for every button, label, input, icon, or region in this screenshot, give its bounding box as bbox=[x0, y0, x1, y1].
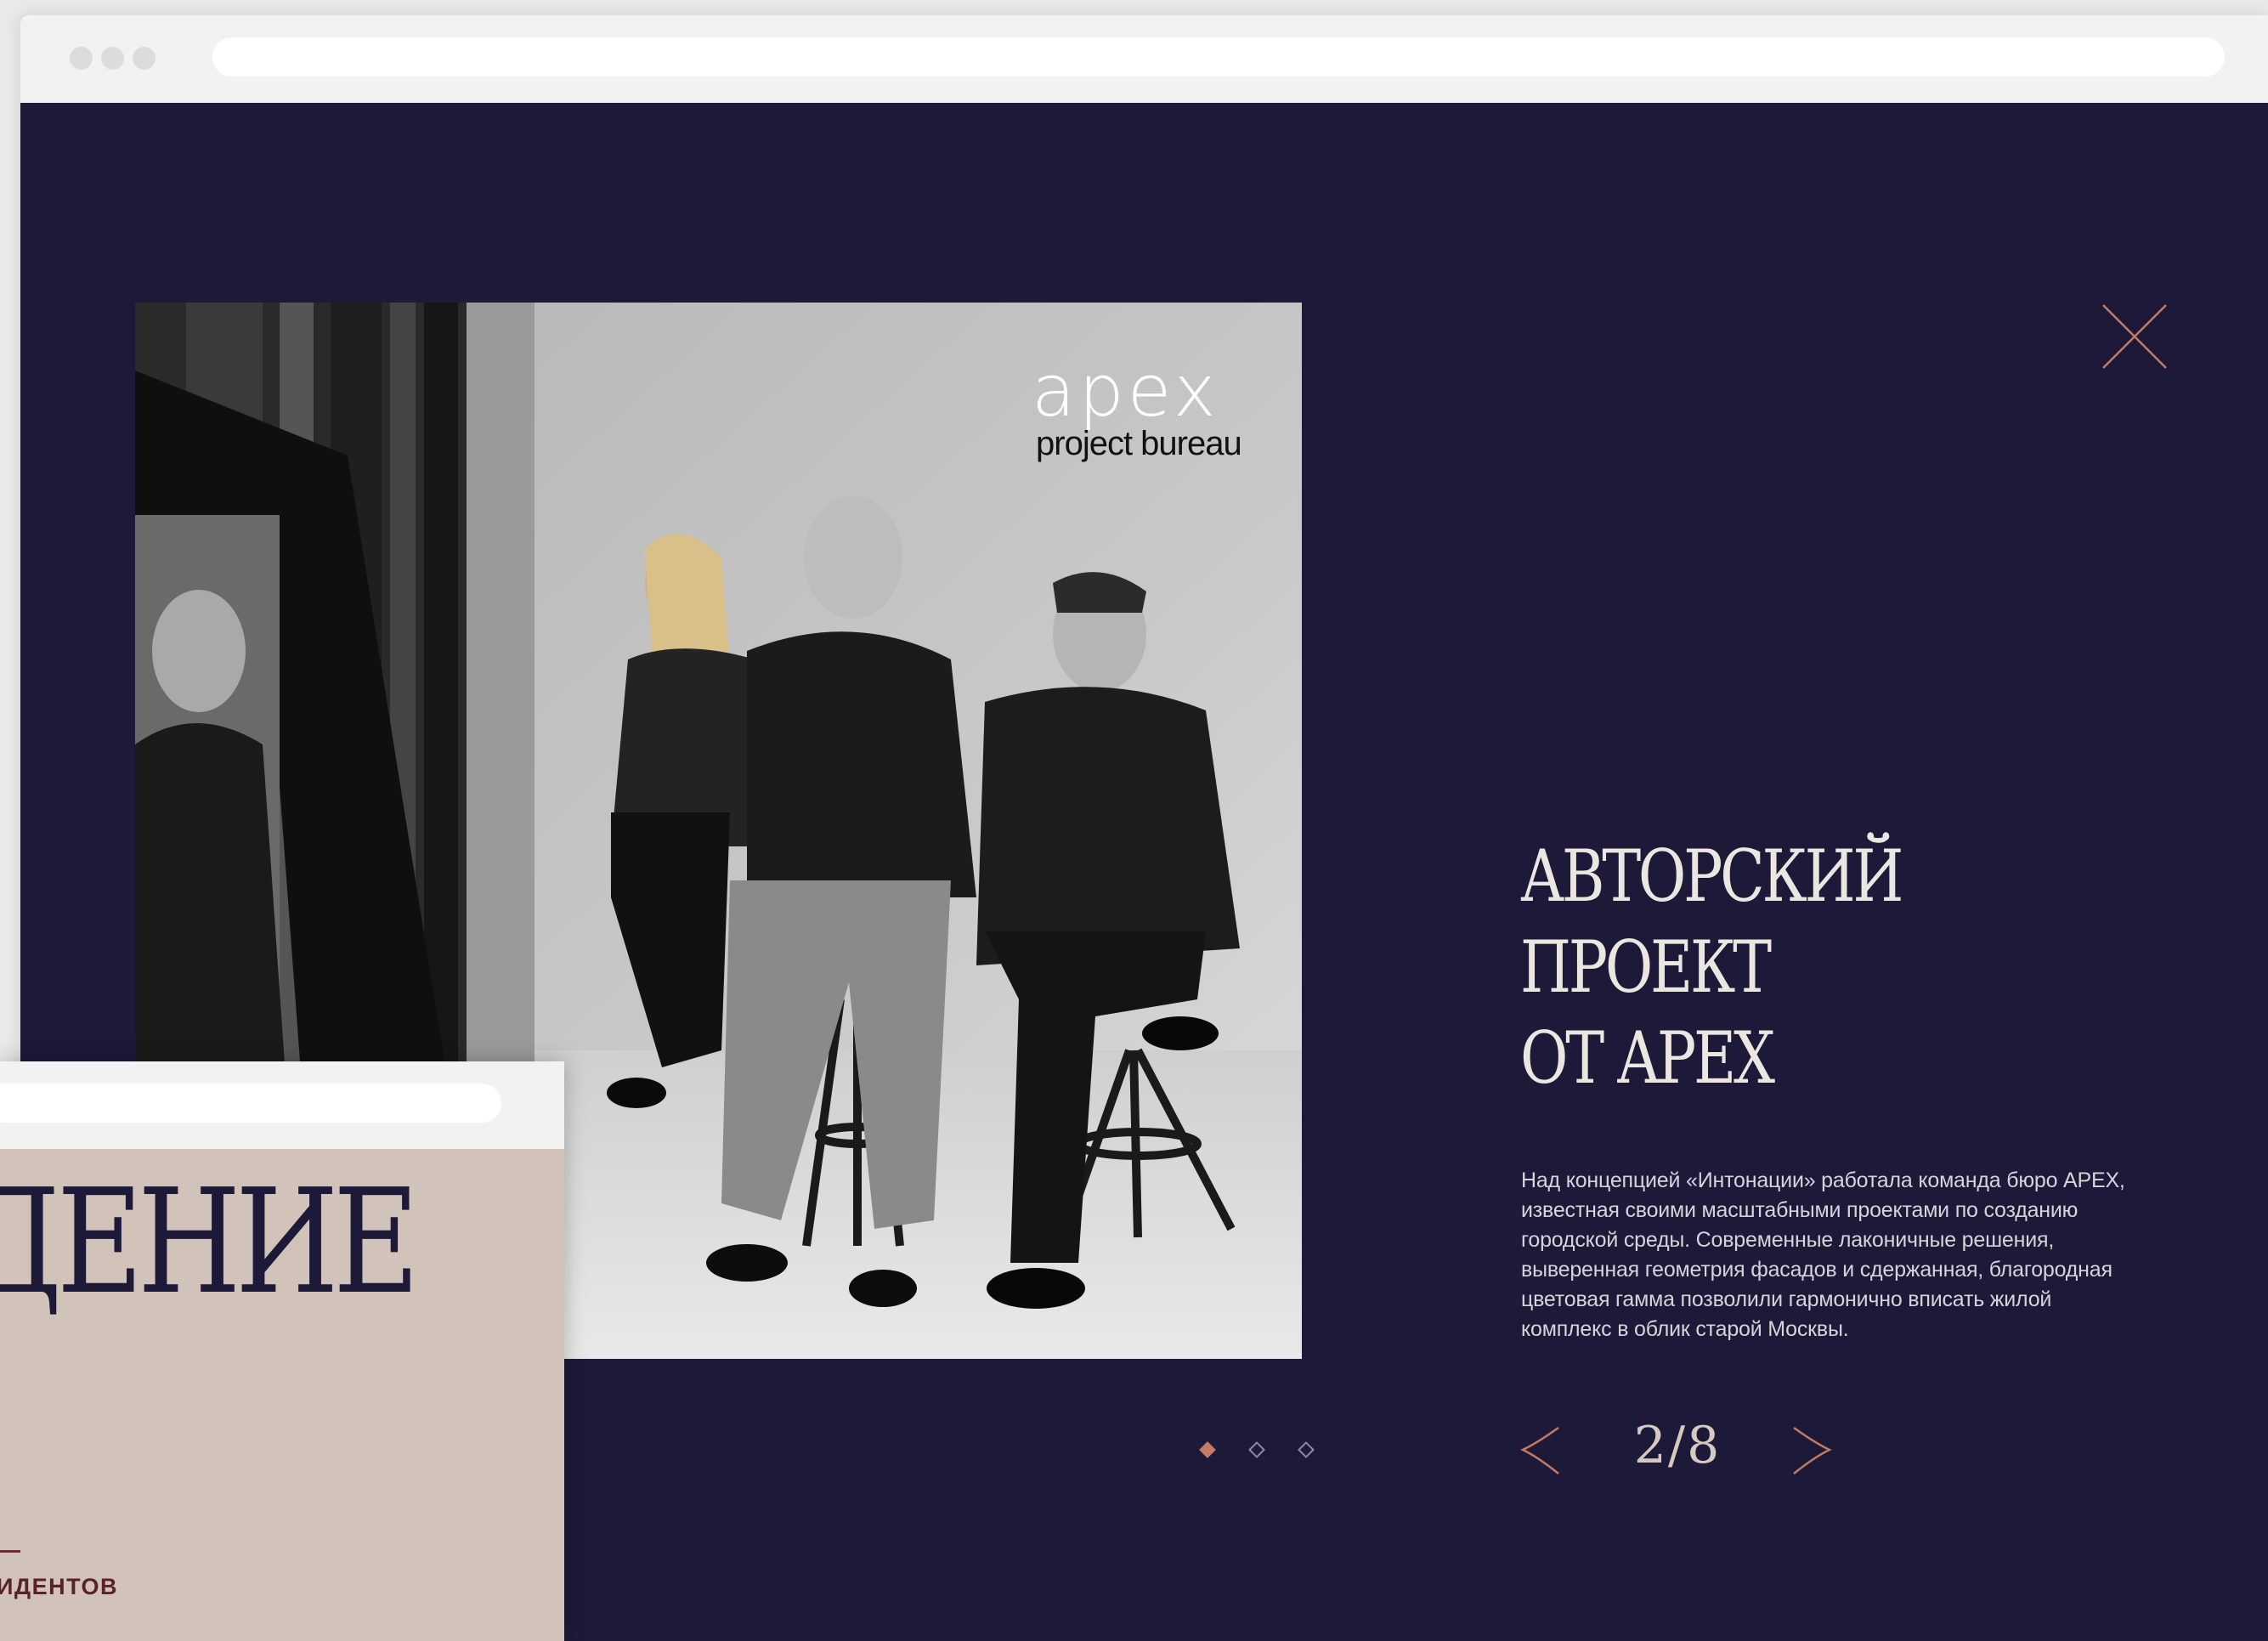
secondary-small-text: ИДЕНТОВ bbox=[0, 1574, 118, 1599]
heading-line-3: ОТ APEX bbox=[1520, 1016, 1775, 1100]
prev-slide-button[interactable] bbox=[1520, 1424, 1571, 1475]
window-close-dot[interactable] bbox=[70, 47, 93, 70]
address-bar[interactable] bbox=[212, 37, 2225, 76]
apex-logo-word: apex bbox=[1032, 349, 1219, 433]
project-description: Над концепцией «Интонации» работала кома… bbox=[1521, 1169, 2125, 1341]
apex-logo-subtitle: project bureau bbox=[1036, 425, 1242, 462]
close-button[interactable] bbox=[2101, 303, 2168, 370]
window-minimize-dot[interactable] bbox=[101, 47, 124, 70]
gallery-dots bbox=[1197, 1440, 1325, 1465]
secondary-dash bbox=[0, 1550, 20, 1553]
secondary-browser-window: ДЕНИЕ ИДЕНТОВ bbox=[0, 1061, 564, 1641]
heading-line-1: АВТОРСКИЙ bbox=[1520, 835, 1903, 918]
chevron-left-icon bbox=[1520, 1426, 1559, 1474]
secondary-address-bar[interactable] bbox=[0, 1084, 501, 1123]
slide-counter: 2/8 bbox=[1633, 1416, 1722, 1475]
secondary-browser-toolbar bbox=[0, 1061, 564, 1149]
secondary-big-heading: ДЕНИЕ bbox=[0, 1158, 420, 1327]
gallery-dot-1[interactable] bbox=[1199, 1441, 1216, 1458]
next-slide-button[interactable] bbox=[1781, 1424, 1832, 1475]
browser-toolbar bbox=[20, 15, 2268, 103]
slide-pager: 2/8 bbox=[1520, 1416, 1835, 1484]
gallery-dot-2[interactable] bbox=[1248, 1441, 1265, 1458]
chevron-right-icon bbox=[1793, 1426, 1832, 1474]
window-zoom-dot[interactable] bbox=[133, 47, 156, 70]
gallery-dot-3[interactable] bbox=[1298, 1441, 1315, 1458]
close-icon bbox=[2102, 304, 2167, 369]
project-heading: АВТОРСКИЙ ПРОЕКТ ОТ APEX bbox=[1520, 831, 2008, 1104]
heading-line-2: ПРОЕКТ bbox=[1520, 925, 1772, 1009]
